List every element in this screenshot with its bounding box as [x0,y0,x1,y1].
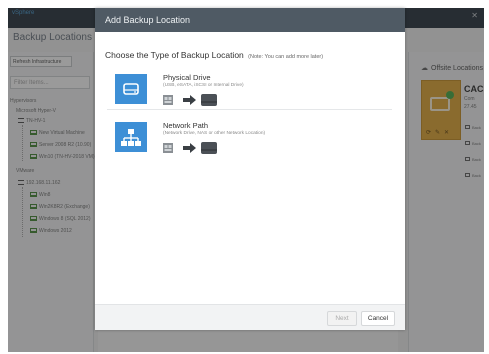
prompt-text: Choose the Type of Backup Location [105,50,244,60]
computer-to-drive-icon [163,140,223,156]
physical-drive-option[interactable]: Physical Drive (USB, eSATA, iSCSI or Int… [107,70,392,110]
dialog-prompt: Choose the Type of Backup Location (Note… [105,50,323,60]
network-icon [115,122,147,152]
option-description: (Network Drive, NAS or other Network Loc… [163,131,266,136]
option-description: (USB, eSATA, iSCSI or Internal Drive) [163,83,244,88]
computer-to-drive-icon [163,92,223,108]
dialog-body: Choose the Type of Backup Location (Note… [95,32,405,304]
next-button[interactable]: Next [327,311,357,326]
option-title: Network Path [163,121,209,130]
add-backup-location-dialog: Add Backup Location Choose the Type of B… [95,8,405,330]
dialog-footer: Next Cancel [95,304,405,330]
network-path-option[interactable]: Network Path (Network Drive, NAS or othe… [107,118,392,160]
dialog-title: Add Backup Location [105,15,191,25]
dialog-header: Add Backup Location [95,8,405,32]
prompt-note: (Note: You can add more later) [248,54,324,60]
cancel-button[interactable]: Cancel [361,311,395,326]
hard-drive-icon [115,74,147,104]
option-title: Physical Drive [163,73,211,82]
